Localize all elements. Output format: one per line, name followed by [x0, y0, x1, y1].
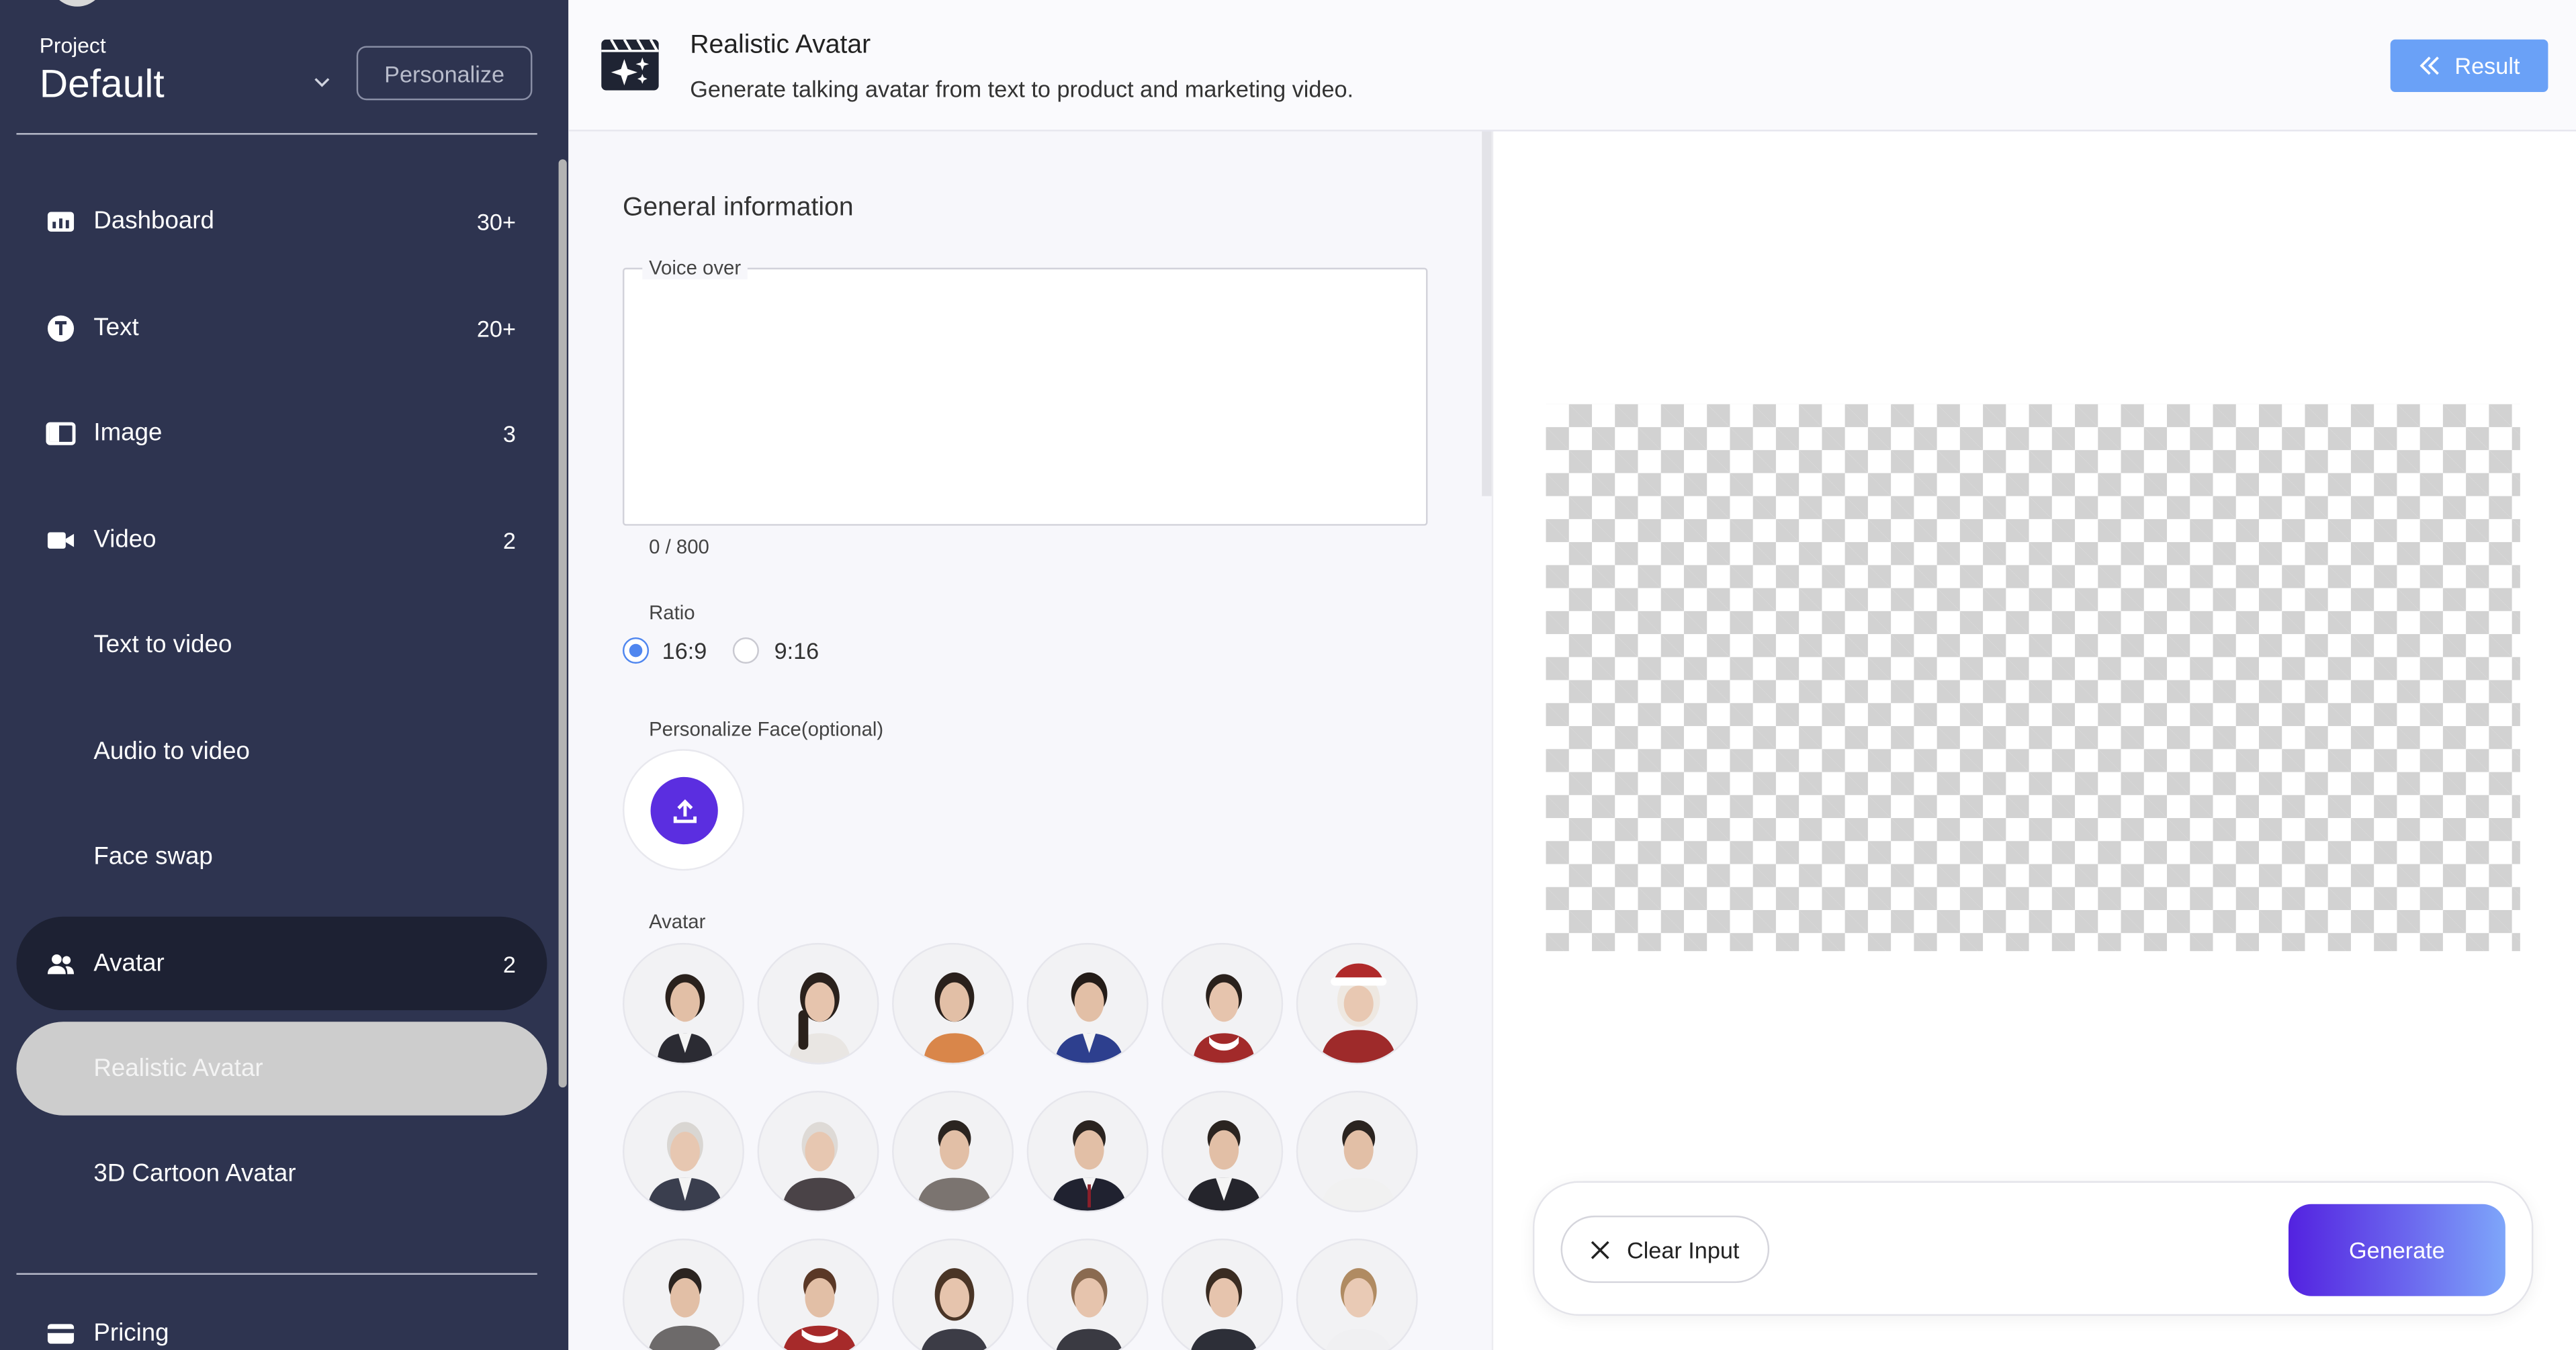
- personalize-face-label: Personalize Face(optional): [649, 717, 884, 741]
- avatar-option[interactable]: [622, 942, 744, 1065]
- section-title: General information: [622, 193, 854, 222]
- sidebar-item-label: Face swap: [93, 842, 213, 871]
- ratio-radio-9-16[interactable]: [733, 637, 760, 664]
- sidebar-item-count: 2: [502, 526, 516, 553]
- clapperboard-sparkle-icon: [601, 39, 659, 91]
- sidebar-item-text[interactable]: Text 20+: [16, 281, 547, 374]
- upload-icon: [672, 798, 696, 823]
- sidebar-item-label: Audio to video: [93, 737, 250, 766]
- ratio-option-label: 9:16: [774, 637, 819, 664]
- sidebar-item-label: Image: [93, 418, 163, 447]
- avatar-option[interactable]: [622, 1239, 744, 1350]
- result-label: Result: [2454, 52, 2520, 79]
- ratio-label: Ratio: [649, 601, 695, 625]
- avatar-option[interactable]: [1161, 1239, 1284, 1350]
- generate-label: Generate: [2349, 1236, 2445, 1263]
- sidebar: Project Default Personalize Dashboard 30…: [0, 0, 569, 1350]
- avatar-option[interactable]: [757, 942, 879, 1065]
- page-header: Realistic Avatar Generate talking avatar…: [568, 0, 2576, 132]
- avatar-option[interactable]: [1296, 942, 1418, 1065]
- chevron-down-icon[interactable]: [309, 69, 335, 95]
- avatar-option[interactable]: [892, 1239, 1014, 1350]
- upload-button[interactable]: [650, 776, 718, 845]
- sidebar-divider: [16, 133, 537, 135]
- image-icon: [46, 421, 76, 445]
- avatar-option[interactable]: [757, 1239, 879, 1350]
- personalize-button[interactable]: Personalize: [356, 46, 533, 101]
- sidebar-item-text-to-video[interactable]: Text to video: [16, 598, 547, 691]
- form-scrollbar[interactable]: [1482, 131, 1492, 496]
- char-count: 0 / 800: [649, 535, 709, 559]
- ratio-radio-group: 16:9 9:16: [622, 637, 819, 664]
- sidebar-item-face-swap[interactable]: Face swap: [16, 810, 547, 903]
- page-subtitle: Generate talking avatar from text to pro…: [690, 75, 1354, 102]
- sidebar-item-video[interactable]: Video 2: [16, 493, 547, 586]
- sidebar-item-avatar[interactable]: Avatar 2: [16, 916, 547, 1011]
- form-panel: General information Voice over 0 / 800 R…: [568, 131, 1482, 1350]
- sidebar-divider: [16, 1273, 537, 1275]
- avatar-option[interactable]: [757, 1091, 879, 1213]
- user-avatar[interactable]: [49, 0, 105, 7]
- avatar-option[interactable]: [1296, 1091, 1418, 1213]
- ratio-radio-16-9[interactable]: [622, 637, 650, 664]
- sidebar-item-3d-cartoon-avatar[interactable]: 3D Cartoon Avatar: [16, 1127, 547, 1220]
- clear-input-label: Clear Input: [1626, 1236, 1740, 1263]
- sidebar-item-label: 3D Cartoon Avatar: [93, 1159, 296, 1188]
- text-icon: [47, 314, 75, 341]
- double-chevron-left-icon: [2419, 56, 2440, 75]
- avatar-option[interactable]: [1026, 942, 1149, 1065]
- sidebar-item-dashboard[interactable]: Dashboard 30+: [16, 174, 547, 267]
- close-icon: [1591, 1240, 1610, 1259]
- avatar-option[interactable]: [1026, 1091, 1149, 1213]
- sidebar-item-label: Avatar: [93, 949, 165, 978]
- avatar-option[interactable]: [892, 942, 1014, 1065]
- generate-button[interactable]: Generate: [2288, 1204, 2505, 1296]
- voice-over-label: Voice over: [642, 256, 748, 279]
- project-name[interactable]: Default: [40, 62, 165, 108]
- avatar-option[interactable]: [1026, 1239, 1149, 1350]
- dashboard-icon: [47, 211, 75, 231]
- sidebar-item-count: 2: [502, 950, 516, 977]
- voice-over-textarea[interactable]: [622, 267, 1428, 526]
- sidebar-item-label: Dashboard: [93, 207, 214, 235]
- video-icon: [47, 531, 75, 548]
- result-button[interactable]: Result: [2390, 39, 2548, 92]
- sidebar-item-label: Pricing: [93, 1318, 169, 1347]
- sidebar-item-image[interactable]: Image 3: [16, 386, 547, 480]
- sidebar-item-label: Realistic Avatar: [93, 1054, 263, 1083]
- avatar-option[interactable]: [1296, 1239, 1418, 1350]
- page-title: Realistic Avatar: [690, 31, 871, 60]
- avatar-label: Avatar: [649, 909, 706, 934]
- sidebar-item-audio-to-video[interactable]: Audio to video: [16, 705, 547, 798]
- avatar-option[interactable]: [1161, 942, 1284, 1065]
- clear-input-button[interactable]: Clear Input: [1560, 1215, 1770, 1284]
- sidebar-item-label: Video: [93, 525, 157, 554]
- sidebar-item-label: Text to video: [93, 631, 232, 659]
- ratio-option-label: 16:9: [662, 637, 707, 664]
- sidebar-item-count: 30+: [476, 208, 516, 234]
- sidebar-item-label: Text: [93, 314, 139, 342]
- avatar-option[interactable]: [892, 1091, 1014, 1213]
- people-icon: [47, 953, 75, 974]
- sidebar-item-count: 20+: [476, 314, 516, 341]
- sidebar-item-count: 3: [502, 419, 516, 447]
- card-icon: [47, 1323, 75, 1343]
- project-label: Project: [39, 32, 106, 58]
- avatar-option[interactable]: [1161, 1091, 1284, 1213]
- sidebar-scrollbar[interactable]: [558, 159, 567, 1088]
- sidebar-item-realistic-avatar[interactable]: Realistic Avatar: [16, 1022, 547, 1116]
- sidebar-item-pricing[interactable]: Pricing: [16, 1286, 547, 1350]
- avatar-option[interactable]: [622, 1091, 744, 1213]
- video-preview-placeholder: [1546, 404, 2520, 952]
